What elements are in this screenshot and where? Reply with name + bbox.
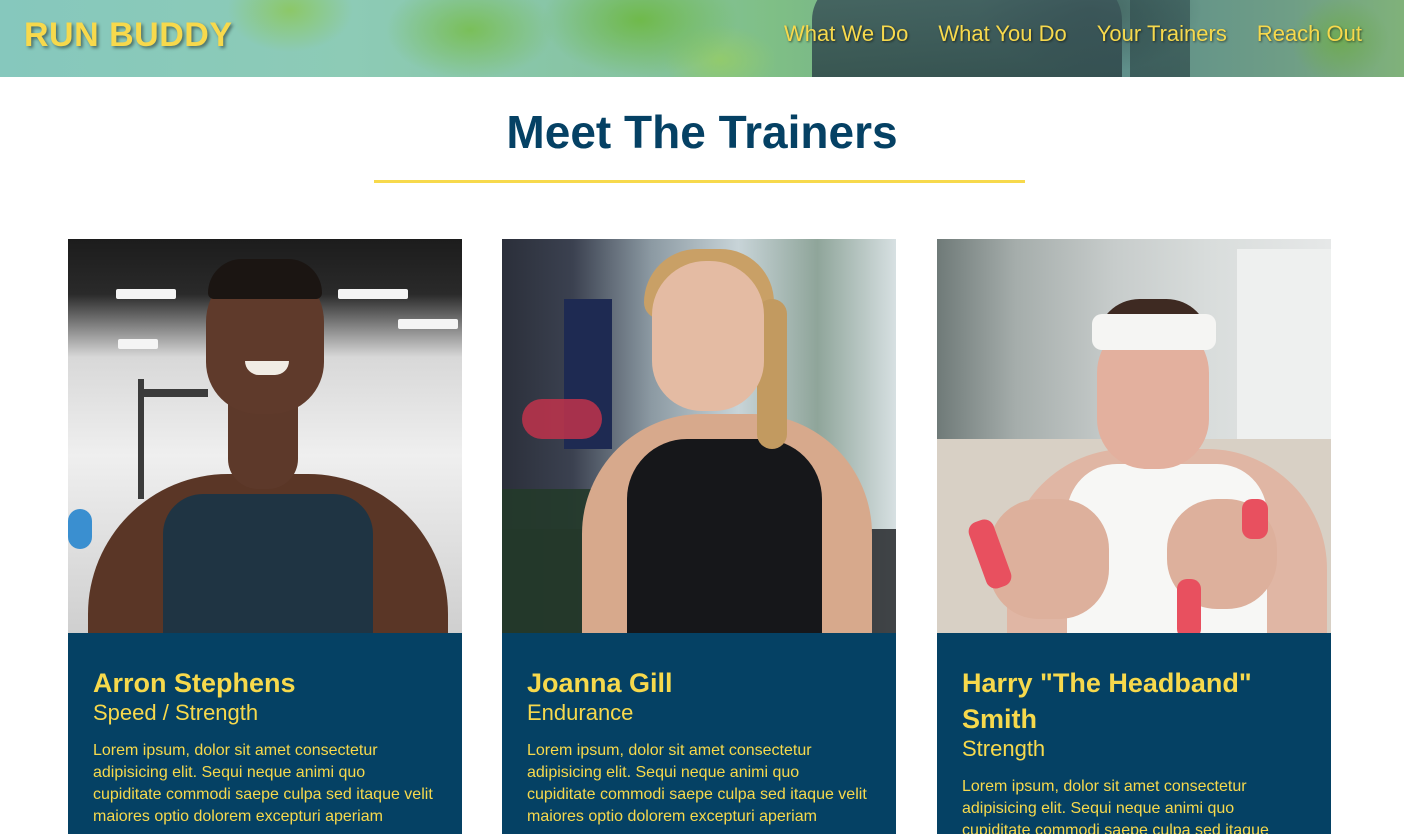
nav-link-what-we-do[interactable]: What We Do [784, 21, 908, 47]
trainer-info: Arron Stephens Speed / Strength Lorem ip… [68, 633, 462, 828]
trainer-name: Harry "The Headband" Smith [962, 668, 1252, 734]
main-nav: What We Do What You Do Your Trainers Rea… [784, 21, 1362, 47]
trainer-bio: Lorem ipsum, dolor sit amet consectetur … [527, 742, 867, 825]
trainer-role: Endurance [527, 700, 634, 725]
trainer-name: Joanna Gill [527, 668, 673, 698]
site-header: RUN BUDDY What We Do What You Do Your Tr… [0, 0, 1404, 77]
trainer-info: Joanna Gill Endurance Lorem ipsum, dolor… [502, 633, 896, 828]
trainer-card: Joanna Gill Endurance Lorem ipsum, dolor… [502, 239, 896, 834]
trainer-photo [68, 239, 462, 633]
trainer-info: Harry "The Headband" Smith Strength Lore… [937, 633, 1331, 834]
trainer-bio: Lorem ipsum, dolor sit amet consectetur … [962, 778, 1269, 834]
nav-link-reach-out[interactable]: Reach Out [1257, 21, 1362, 47]
trainer-role: Strength [962, 736, 1046, 761]
trainer-role: Speed / Strength [93, 700, 259, 725]
trainer-photo [937, 239, 1331, 633]
nav-link-your-trainers[interactable]: Your Trainers [1097, 21, 1227, 47]
trainer-card: Arron Stephens Speed / Strength Lorem ip… [68, 239, 462, 834]
trainer-card: Harry "The Headband" Smith Strength Lore… [937, 239, 1331, 834]
section-title: Meet The Trainers [506, 106, 898, 158]
trainer-name: Arron Stephens [93, 668, 296, 698]
title-underline [374, 180, 1025, 183]
trainer-bio: Lorem ipsum, dolor sit amet consectetur … [93, 742, 433, 825]
brand-logo[interactable]: RUN BUDDY [24, 16, 233, 55]
nav-link-what-you-do[interactable]: What You Do [938, 21, 1066, 47]
trainer-photo [502, 239, 896, 633]
